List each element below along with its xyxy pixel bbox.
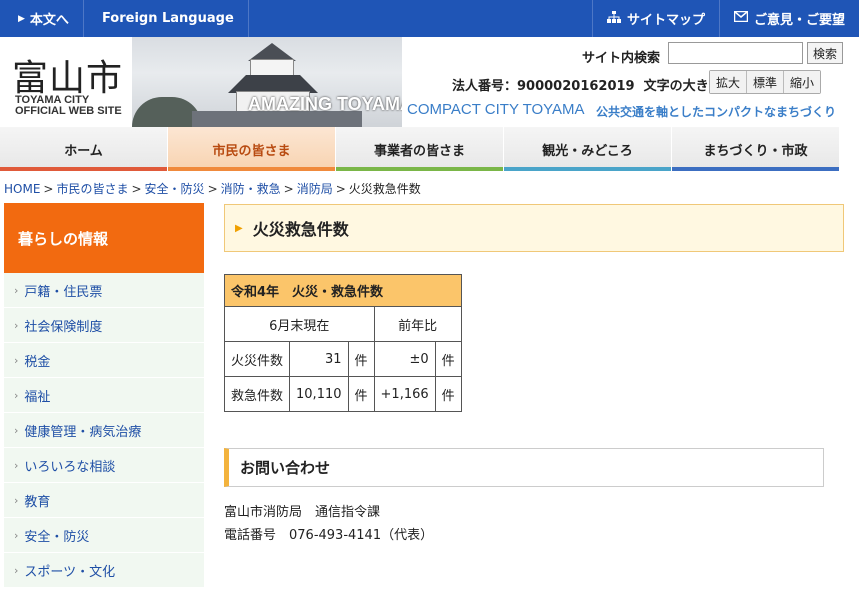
table-row: 救急件数 10,110 件 +1,166 件 (223, 376, 462, 412)
top-bar-right: サイトマップ ご意見・ご要望 (591, 0, 859, 37)
inquiry-department: 富山市消防局 通信指令課 (224, 505, 381, 520)
page-title: 火災救急件数 (252, 220, 349, 239)
breadcrumb-fire-bureau[interactable]: 消防局 (297, 182, 333, 196)
sidebar-item-family-register[interactable]: › 戸籍・住民票 (4, 273, 204, 308)
breadcrumb-fire-emergency[interactable]: 消防・救急 (221, 182, 281, 196)
nav-tab-city-planning[interactable]: まちづくり・市政 (672, 127, 840, 171)
sidebar-item-label: 健康管理・病気治療 (24, 424, 142, 440)
row-diff: +1,166 (373, 376, 436, 412)
stats-table: 令和4年 火災・救急件数 6月末現在 前年比 火災件数 31 件 ±0 件 救急… (223, 274, 462, 412)
triangle-marker-icon: ▶ (235, 222, 243, 234)
sidebar-item-label: スポーツ・文化 (24, 564, 116, 580)
corp-number: 法人番号：9000020162019 (452, 79, 635, 94)
chevron-right-icon: › (14, 458, 19, 472)
row-unit: 件 (347, 376, 375, 412)
compact-city-text: COMPACT CITY TOYAMA (407, 101, 585, 118)
sidebar-item-tax[interactable]: › 税金 (4, 343, 204, 378)
triangle-right-icon: ▶ (18, 13, 25, 24)
breadcrumb-separator: > (283, 182, 294, 196)
chevron-right-icon: › (14, 353, 19, 367)
nav-tab-business[interactable]: 事業者の皆さま (336, 127, 504, 171)
row-diff: ±0 (373, 341, 436, 377)
fontsize-reduce-button[interactable]: 縮小 (784, 71, 821, 93)
nav-tab-home[interactable]: ホーム (0, 127, 168, 171)
sidebar-item-social-insurance[interactable]: › 社会保険制度 (4, 308, 204, 343)
chevron-right-icon: › (14, 388, 19, 402)
sitemap-icon (606, 10, 621, 27)
fontsize-controls: 拡大 標準 縮小 (709, 70, 822, 94)
fontsize-standard-button[interactable]: 標準 (747, 71, 785, 93)
sidebar-heading: 暮らしの情報 (4, 203, 204, 273)
sidebar-item-label: 戸籍・住民票 (24, 284, 103, 300)
sidebar-list: › 戸籍・住民票 › 社会保険制度 › 税金 › 福祉 › 健康管理・病気治療 › いろいろ… (4, 273, 204, 588)
chevron-right-icon: › (14, 318, 19, 332)
row-value: 10,110 (289, 376, 349, 412)
sidebar-item-label: 安全・防災 (24, 529, 90, 545)
logo-english-line2: OFFICIAL WEB SITE (15, 105, 122, 117)
page-title-box: ▶ 火災救急件数 (224, 204, 844, 252)
chevron-right-icon: › (14, 423, 19, 437)
sidebar-item-safety[interactable]: › 安全・防災 (4, 518, 204, 553)
compact-city-tagline: 公共交通を軸としたコンパクトなまちづくり (596, 105, 837, 119)
breadcrumb: HOME > 市民の皆さま > 安全・防災 > 消防・救急 > 消防局 > 火災救急件数 (4, 180, 421, 197)
corp-number-and-fontsize-label: 法人番号：9000020162019 文字の大きさ (452, 75, 722, 94)
skip-label: 本文へ (29, 13, 69, 28)
breadcrumb-safety[interactable]: 安全・防災 (145, 182, 205, 196)
sidebar-item-sports-culture[interactable]: › スポーツ・文化 (4, 553, 204, 588)
sidebar-item-label: いろいろな相談 (24, 459, 116, 475)
chevron-right-icon: › (14, 563, 19, 577)
nav-tab-citizens[interactable]: 市民の皆さま (168, 127, 336, 171)
sidebar-item-label: 社会保険制度 (24, 319, 103, 335)
amazing-toyama-text: AMAZING TOYAMA (248, 94, 402, 114)
breadcrumb-separator: > (335, 182, 346, 196)
breadcrumb-separator: > (207, 182, 218, 196)
foreign-language-link[interactable]: Foreign Language (84, 0, 249, 37)
chevron-right-icon: › (14, 283, 19, 297)
sidebar: 暮らしの情報 › 戸籍・住民票 › 社会保険制度 › 税金 › 福祉 › 健康管理・病気治… (4, 203, 204, 588)
chevron-right-icon: › (14, 528, 19, 542)
fontsize-enlarge-button[interactable]: 拡大 (710, 71, 748, 93)
nav-tab-tourism[interactable]: 観光・みどころ (504, 127, 672, 171)
breadcrumb-separator: > (43, 182, 54, 196)
sidebar-item-health[interactable]: › 健康管理・病気治療 (4, 413, 204, 448)
sidebar-item-welfare[interactable]: › 福祉 (4, 378, 204, 413)
row-unit: 件 (347, 341, 375, 377)
row-diff-unit: 件 (434, 376, 462, 412)
table-header-yoy: 前年比 (373, 306, 462, 342)
sitemap-label: サイトマップ (626, 13, 705, 28)
sidebar-item-consultation[interactable]: › いろいろな相談 (4, 448, 204, 483)
foreign-language-label: Foreign Language (101, 11, 234, 26)
table-row: 火災件数 31 件 ±0 件 (223, 341, 462, 377)
row-value: 31 (289, 341, 349, 377)
skip-to-content-link[interactable]: ▶ 本文へ (0, 0, 84, 37)
inquiry-heading: お問い合わせ (224, 448, 824, 487)
castle-banner-image: AMAZING TOYAMA (132, 37, 402, 127)
search-label: サイト内検索 (582, 51, 661, 66)
chevron-right-icon: › (14, 493, 19, 507)
site-header: 富山市 TOYAMA CITY OFFICIAL WEB SITE AMAZIN… (0, 37, 859, 127)
breadcrumb-citizens[interactable]: 市民の皆さま (56, 182, 128, 196)
inquiry-phone: 電話番号 076-493-4141（代表） (224, 528, 434, 543)
table-caption: 令和4年 火災・救急件数 (224, 274, 462, 307)
search-button[interactable]: 検索 (807, 42, 843, 64)
row-label: 火災件数 (223, 341, 291, 377)
top-bar-left: ▶ 本文へ Foreign Language (0, 0, 249, 37)
breadcrumb-separator: > (131, 182, 142, 196)
sidebar-item-education[interactable]: › 教育 (4, 483, 204, 518)
global-nav: ホーム 市民の皆さま 事業者の皆さま 観光・みどころ まちづくり・市政 (0, 127, 859, 171)
sidebar-item-label: 税金 (24, 354, 51, 370)
row-diff-unit: 件 (434, 341, 462, 377)
top-bar: ▶ 本文へ Foreign Language サイトマップ ご意見・ご要望 (0, 0, 859, 37)
breadcrumb-current: 火災救急件数 (348, 182, 421, 196)
sidebar-item-label: 教育 (24, 494, 51, 510)
envelope-icon (733, 10, 749, 26)
row-label: 救急件数 (223, 376, 291, 412)
table-header-current: 6月末現在 (224, 306, 375, 342)
opinion-label: ご意見・ご要望 (753, 13, 845, 28)
opinion-link[interactable]: ご意見・ご要望 (718, 0, 859, 37)
breadcrumb-home[interactable]: HOME (4, 182, 40, 196)
search-input[interactable] (668, 42, 803, 64)
sidebar-item-label: 福祉 (24, 389, 51, 405)
sitemap-link[interactable]: サイトマップ (591, 0, 719, 37)
